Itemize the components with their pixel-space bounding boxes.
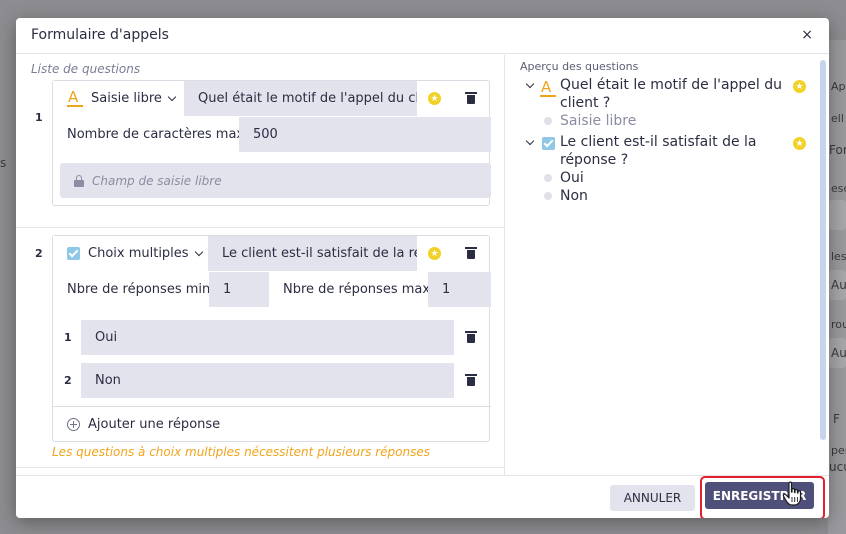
- question-type-select[interactable]: A Saisie libre: [53, 81, 184, 116]
- question-text-input[interactable]: Le client est-il satisfait de la réponse…: [208, 236, 417, 271]
- close-icon[interactable]: ×: [801, 27, 813, 43]
- chevron-down-icon: [167, 92, 177, 101]
- add-answer-button[interactable]: Ajouter une réponse: [53, 406, 491, 442]
- dialog-footer: ANNULER ENREGISTRER: [16, 475, 829, 518]
- question-card-2: Choix multiples Le client est-il satisfa…: [52, 235, 491, 442]
- questions-preview[interactable]: Aperçu des questions A Quel était le mot…: [506, 55, 829, 475]
- question-editor[interactable]: Liste de questions 1 A Saisie libre Quel…: [16, 55, 505, 475]
- bullet: [544, 117, 552, 125]
- hand-pointer-icon: [782, 481, 802, 506]
- background-text: ucu: [829, 460, 846, 474]
- max-answers-input[interactable]: 1: [428, 272, 491, 307]
- chevron-down-icon: [194, 247, 203, 256]
- dialog-title: Formulaire d'appels: [31, 27, 169, 43]
- max-chars-label: Nombre de caractères max: [53, 117, 239, 152]
- free-text-placeholder: Champ de saisie libre: [92, 173, 222, 188]
- checkbox-icon: [67, 247, 80, 260]
- validation-warning: Les questions à choix multiples nécessit…: [52, 445, 430, 459]
- question-number: 2: [35, 247, 43, 260]
- question-type-label: Choix multiples: [88, 246, 189, 261]
- trash-icon[interactable]: [465, 374, 477, 386]
- background-text: Aperç: [831, 80, 846, 93]
- background-text: les: [831, 250, 846, 263]
- preview-question-text: Quel était le motif de l'appel du: [560, 77, 783, 93]
- answer-number: 2: [64, 374, 72, 387]
- background-text: Au: [831, 278, 846, 292]
- preview-title: Aperçu des questions: [520, 60, 639, 73]
- chevron-down-icon[interactable]: [525, 79, 535, 89]
- star-icon[interactable]: ★: [428, 92, 441, 105]
- answer-input[interactable]: Non: [81, 363, 454, 398]
- text-a-icon: A: [67, 88, 83, 107]
- preview-option: Saisie libre: [560, 113, 637, 129]
- question-type-select[interactable]: Choix multiples: [53, 236, 208, 271]
- background-text: s: [0, 156, 7, 170]
- question-list-label: Liste de questions: [31, 62, 141, 76]
- bullet: [544, 192, 552, 200]
- preview-question-text: Le client est-il satisfait de la: [560, 134, 757, 150]
- trash-icon[interactable]: [465, 92, 477, 104]
- background-text: F: [833, 412, 840, 426]
- lock-icon: [74, 174, 84, 187]
- background-text: Au: [831, 346, 846, 360]
- preview-option: Non: [560, 188, 588, 204]
- checkbox-icon: [542, 137, 555, 150]
- background-field: [829, 200, 846, 230]
- free-text-field-preview: Champ de saisie libre: [60, 163, 491, 198]
- background-text: roup: [831, 318, 846, 331]
- call-form-dialog: Formulaire d'appels × Liste de questions…: [16, 18, 829, 518]
- dialog-header: Formulaire d'appels ×: [16, 18, 829, 54]
- answer-input[interactable]: Oui: [81, 320, 454, 355]
- star-icon: ★: [793, 80, 806, 93]
- text-a-icon: A: [540, 78, 556, 97]
- preview-scrollbar[interactable]: [820, 60, 826, 440]
- question-divider: [16, 227, 504, 228]
- background-text: per: [831, 444, 846, 457]
- background-text: Fori: [829, 143, 846, 157]
- answer-number: 1: [64, 331, 72, 344]
- trash-icon[interactable]: [465, 247, 477, 259]
- max-chars-input[interactable]: 500: [239, 117, 491, 152]
- question-card-1: A Saisie libre Quel était le motif de l'…: [52, 80, 491, 206]
- min-answers-input[interactable]: 1: [209, 272, 269, 307]
- trash-icon[interactable]: [465, 331, 477, 343]
- question-divider: [16, 467, 504, 468]
- add-circle-icon: [67, 418, 80, 431]
- background-text: ell: [831, 112, 844, 125]
- question-type-label: Saisie libre: [91, 91, 162, 106]
- add-answer-label: Ajouter une réponse: [88, 417, 221, 432]
- preview-question-text: client ?: [560, 95, 611, 111]
- background-text: escri: [831, 182, 846, 195]
- star-icon[interactable]: ★: [428, 247, 441, 260]
- question-text-input[interactable]: Quel était le motif de l'appel du client…: [184, 81, 417, 116]
- chevron-down-icon[interactable]: [525, 136, 535, 146]
- min-answers-label: Nbre de réponses min: [53, 272, 209, 307]
- preview-option: Oui: [560, 170, 584, 186]
- max-answers-label: Nbre de réponses max: [269, 272, 428, 307]
- preview-question-text: réponse ?: [560, 152, 629, 168]
- bullet: [544, 174, 552, 182]
- cancel-button[interactable]: ANNULER: [610, 485, 695, 511]
- star-icon: ★: [793, 137, 806, 150]
- question-number: 1: [35, 111, 43, 124]
